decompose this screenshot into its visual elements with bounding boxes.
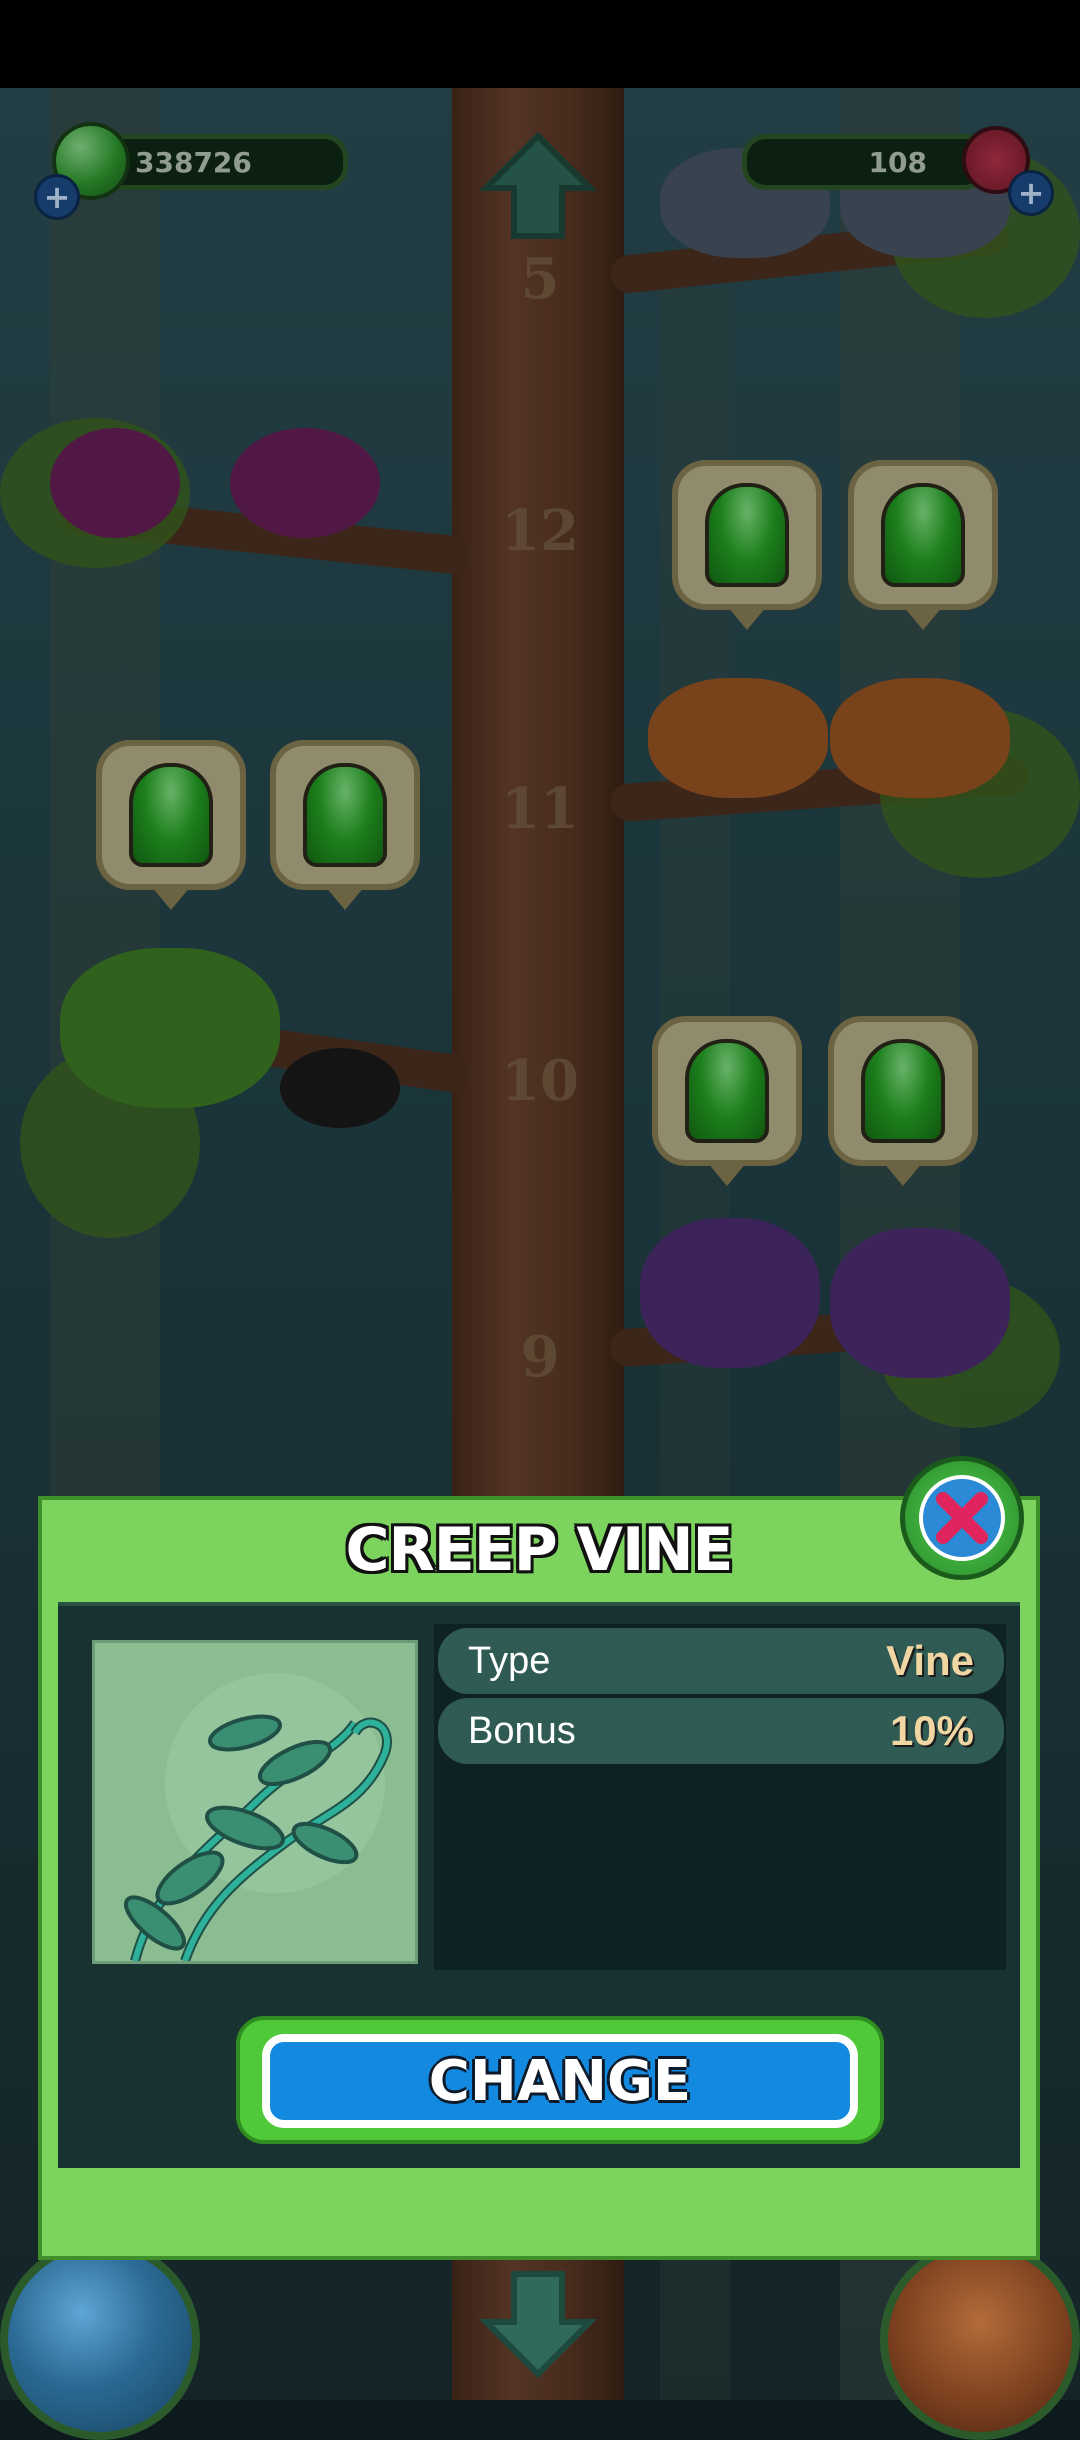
- stats-panel: Type Vine Bonus 10%: [434, 1624, 1006, 1970]
- close-button-face[interactable]: [919, 1475, 1005, 1561]
- close-x-icon: [936, 1492, 988, 1544]
- close-button[interactable]: [900, 1456, 1024, 1580]
- stat-value: 10%: [889, 1707, 974, 1754]
- vine-icon: [123, 1673, 392, 1961]
- creep-vine-dialog: CREEP VINE Type Vine Bonus 10% CHANGE: [38, 1496, 1040, 2260]
- stat-row-bonus: Bonus 10%: [438, 1698, 1004, 1764]
- dialog-title: CREEP VINE: [345, 1515, 733, 1585]
- dialog-content: Type Vine Bonus 10% CHANGE: [58, 1602, 1020, 2168]
- down-arrow-icon[interactable]: [478, 2262, 598, 2382]
- status-bar: [0, 0, 1080, 88]
- birdhouse-button[interactable]: [880, 2240, 1080, 2440]
- stat-row-type: Type Vine: [438, 1628, 1004, 1694]
- change-button[interactable]: CHANGE: [236, 2016, 884, 2144]
- change-button-face[interactable]: CHANGE: [262, 2034, 858, 2128]
- vine-preview: [92, 1640, 418, 1964]
- stat-label: Type: [468, 1639, 551, 1682]
- globe-button[interactable]: [0, 2240, 200, 2440]
- stat-label: Bonus: [468, 1709, 576, 1752]
- stat-value: Vine: [886, 1637, 974, 1684]
- change-button-label: CHANGE: [428, 2048, 692, 2114]
